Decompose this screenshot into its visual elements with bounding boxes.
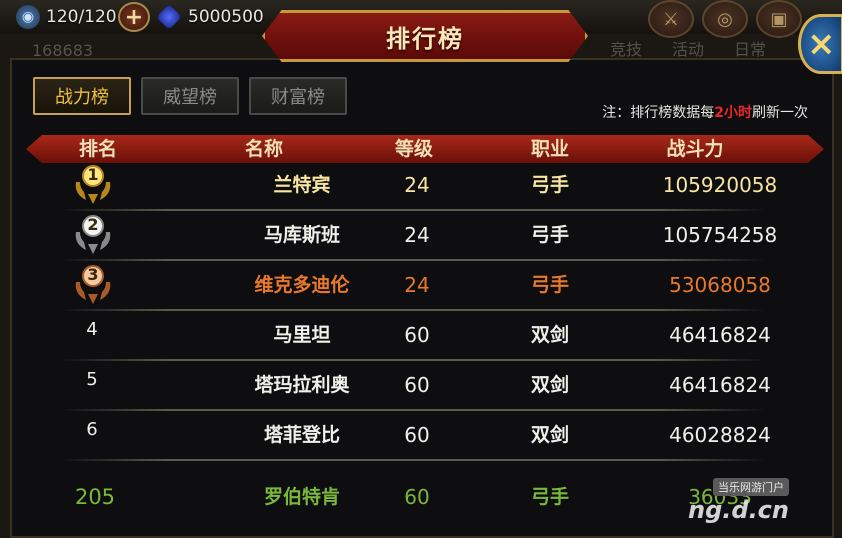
background-tabs: 竞技 活动 日常	[610, 36, 766, 60]
player-name: 塔菲登比	[263, 424, 340, 446]
watermark-top: 当乐网游门户	[713, 478, 789, 496]
player-name: 马里坦	[273, 324, 331, 346]
gift-icon[interactable]: ▣	[756, 0, 802, 38]
column-header-level: 等级	[394, 138, 433, 160]
rank-medal-icon: 3	[72, 264, 114, 306]
rank-medal-icon: 2	[72, 214, 114, 256]
player-name: 维克多迪伦	[254, 274, 350, 296]
ranking-row[interactable]: 1 兰特宾 24 弓手 105920058	[50, 160, 777, 210]
player-level: 60	[404, 423, 430, 447]
background-tab: 竞技	[610, 40, 643, 59]
background-tab: 日常	[734, 40, 767, 59]
player-power: 46416824	[669, 323, 771, 347]
self-ranking-row[interactable]: 205 罗伯特肯 60 弓手 36033	[50, 472, 776, 522]
player-power: 46028824	[669, 423, 771, 447]
player-power: 46416824	[669, 373, 771, 397]
player-name: 塔玛拉利奥	[254, 374, 350, 396]
player-job: 双剑	[530, 424, 569, 446]
rank-number: 1	[87, 165, 99, 184]
ranking-row[interactable]: 4 马里坦 60 双剑 46416824	[50, 310, 776, 360]
gems-value: 5000500	[188, 7, 264, 27]
player-power: 53068058	[669, 273, 771, 297]
energy-icon: ◉	[16, 5, 40, 29]
tab-power[interactable]: 战力榜	[33, 77, 131, 115]
refresh-note: 注：排行榜数据每2小时刷新一次	[602, 102, 808, 122]
player-name: 兰特宾	[273, 174, 331, 196]
target-icon[interactable]: ◎	[702, 0, 748, 38]
self-job: 弓手	[530, 486, 569, 508]
note-highlight: 2小时	[714, 105, 752, 121]
watermark-main: ng.d.cn	[688, 496, 789, 524]
column-header-rank: 排名	[78, 138, 117, 160]
leaderboard-tabs: 战力榜 威望榜 财富榜	[33, 77, 347, 115]
player-job: 双剑	[530, 324, 569, 346]
self-rank: 205	[74, 485, 116, 509]
column-header-job: 职业	[530, 138, 569, 160]
gem-icon	[156, 4, 182, 30]
tab-wealth[interactable]: 财富榜	[249, 77, 347, 115]
player-power: 105920058	[662, 173, 778, 197]
ranking-row[interactable]: 3 维克多迪伦 24 弓手 53068058	[50, 260, 776, 310]
tab-prestige[interactable]: 威望榜	[141, 77, 239, 115]
rank-number: 2	[87, 215, 99, 234]
row-divider	[60, 459, 766, 461]
note-prefix: 注：排行榜数据每	[602, 105, 715, 121]
rank-number: 3	[87, 265, 99, 284]
add-energy-button[interactable]: +	[118, 2, 150, 32]
player-level: 60	[404, 323, 430, 347]
column-header-name: 名称	[244, 138, 283, 160]
gems-resource: 5000500	[156, 4, 264, 30]
player-level: 24	[404, 223, 430, 247]
self-level: 60	[404, 485, 430, 509]
dialog-title: 排行榜	[386, 24, 464, 53]
rank-medal-icon: 1	[72, 164, 114, 206]
close-button[interactable]: ×	[798, 14, 842, 74]
note-suffix: 刷新一次	[752, 105, 808, 121]
self-name: 罗伯特肯	[263, 486, 340, 508]
column-header-power: 战斗力	[666, 138, 724, 160]
energy-value: 120/120	[46, 7, 117, 27]
player-level: 60	[404, 373, 430, 397]
ranking-row[interactable]: 2 马库斯班 24 弓手 105754258	[50, 210, 777, 260]
player-job: 双剑	[530, 374, 569, 396]
player-level: 24	[404, 173, 430, 197]
ranking-row[interactable]: 6 塔菲登比 60 双剑 46028824	[50, 410, 776, 460]
player-level: 24	[404, 273, 430, 297]
player-power: 105754258	[662, 223, 778, 247]
rank-number: 4	[86, 319, 98, 340]
rank-number: 5	[86, 369, 98, 390]
energy-resource: ◉ 120/120	[16, 4, 117, 30]
rank-number: 6	[86, 419, 98, 440]
background-tab: 活动	[672, 40, 705, 59]
close-icon: ×	[807, 24, 836, 64]
watermark: 当乐网游门户 ng.d.cn	[688, 478, 789, 524]
title-banner: 排行榜	[262, 10, 588, 62]
hud-icon-bar: ⚔ ◎ ▣	[648, 0, 802, 38]
player-name: 马库斯班	[263, 224, 340, 246]
swords-icon[interactable]: ⚔	[648, 0, 694, 38]
player-job: 弓手	[530, 274, 569, 296]
player-job: 弓手	[530, 174, 569, 196]
ranking-row[interactable]: 5 塔玛拉利奥 60 双剑 46416824	[50, 360, 776, 410]
player-job: 弓手	[530, 224, 569, 246]
